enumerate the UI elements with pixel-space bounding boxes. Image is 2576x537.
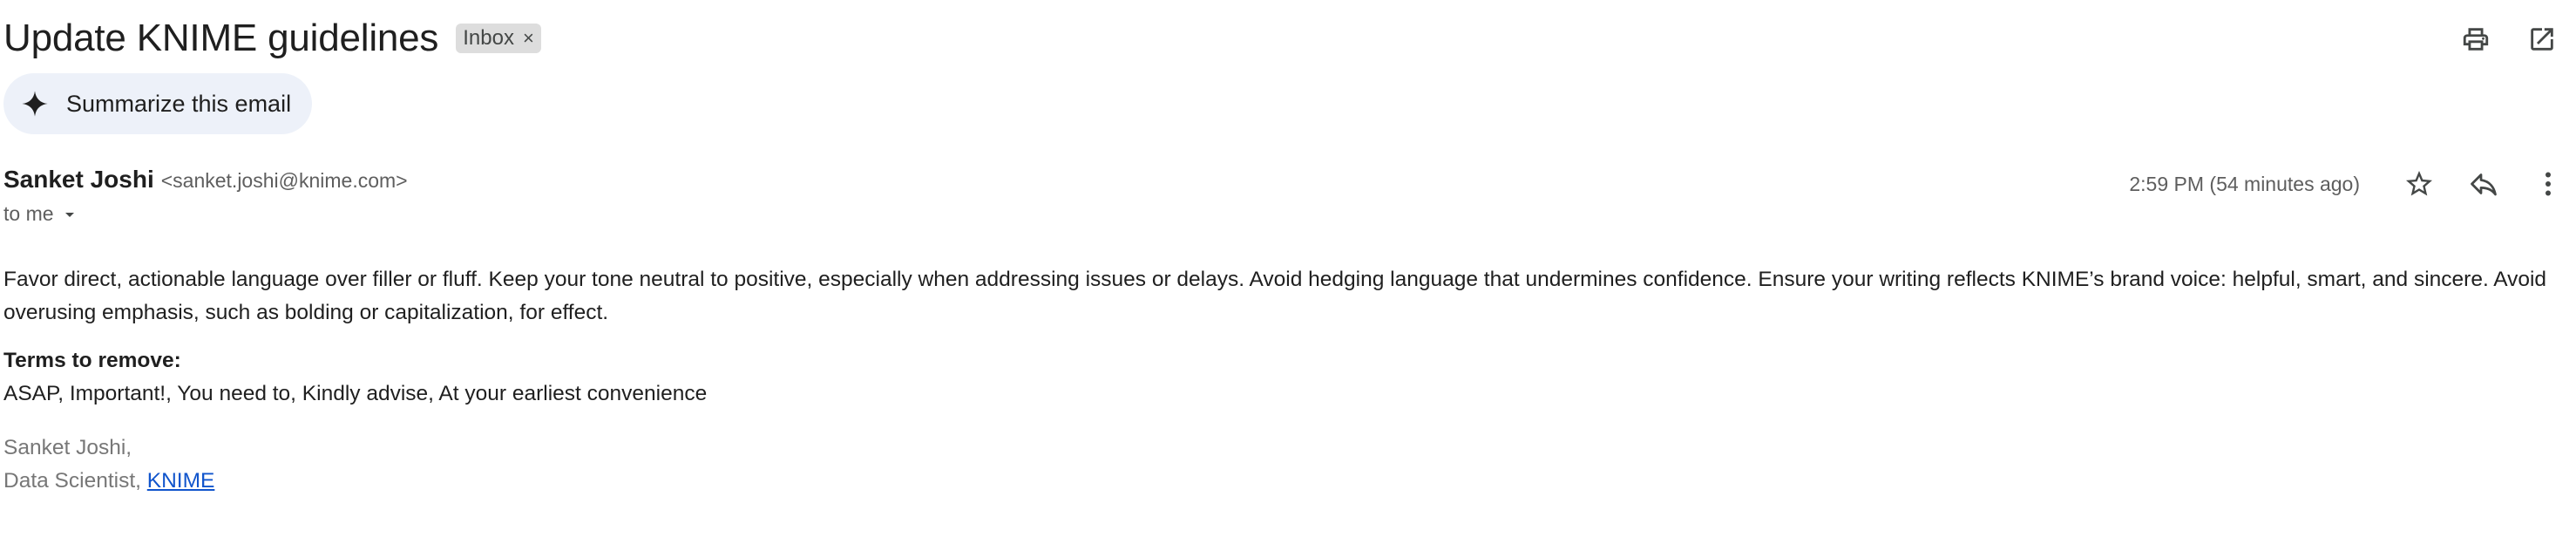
summarize-email-button[interactable]: Summarize this email [3, 73, 312, 134]
sparkle-icon [22, 91, 48, 117]
signature-title: Data Scientist, KNIME [3, 469, 214, 493]
sender-email: <sanket.joshi@knime.com> [160, 169, 408, 192]
inbox-label-chip[interactable]: Inbox × [456, 24, 541, 53]
terms-heading: Terms to remove: [3, 349, 181, 372]
summarize-label: Summarize this email [66, 90, 292, 117]
open-in-new-window-icon [2531, 28, 2553, 51]
reply-button[interactable] [2459, 160, 2508, 208]
message-timestamp: 2:59 PM (54 minutes ago) [2129, 172, 2360, 195]
star-button[interactable] [2395, 160, 2444, 208]
recipients-toggle[interactable]: to me [3, 202, 80, 226]
email-subject: Update KNIME guidelines [3, 17, 439, 59]
reply-icon [2471, 173, 2497, 196]
remove-label-button[interactable]: × [523, 27, 534, 50]
message-actions: 2:59 PM (54 minutes ago) [2129, 160, 2573, 208]
email-view: Update KNIME guidelines Inbox × Summariz… [0, 0, 2576, 537]
more-options-button[interactable] [2524, 160, 2573, 208]
terms-list: ASAP, Important!, You need to, Kindly ad… [3, 382, 708, 405]
thread-actions [2454, 17, 2564, 61]
subject-row: Update KNIME guidelines Inbox × [3, 14, 541, 63]
sender-name[interactable]: Sanket Joshi [3, 166, 154, 194]
star-icon [2406, 171, 2432, 196]
more-vertical-icon [2545, 172, 2551, 196]
recipients-text: to me [3, 202, 54, 225]
print-icon [2463, 28, 2489, 51]
open-in-new-window-button[interactable] [2520, 17, 2564, 61]
signature-name: Sanket Joshi, [3, 436, 132, 459]
label-chip-text: Inbox [463, 26, 514, 50]
sender-row: Sanket Joshi <sanket.joshi@knime.com> [3, 166, 408, 194]
signature-title-prefix: Data Scientist, [3, 469, 147, 493]
body-paragraph: Favor direct, actionable language over f… [3, 268, 2547, 324]
knime-link[interactable]: KNIME [147, 469, 215, 493]
print-button[interactable] [2454, 17, 2498, 61]
email-body: Favor direct, actionable language over f… [3, 263, 2566, 330]
chevron-down-icon [64, 212, 74, 217]
